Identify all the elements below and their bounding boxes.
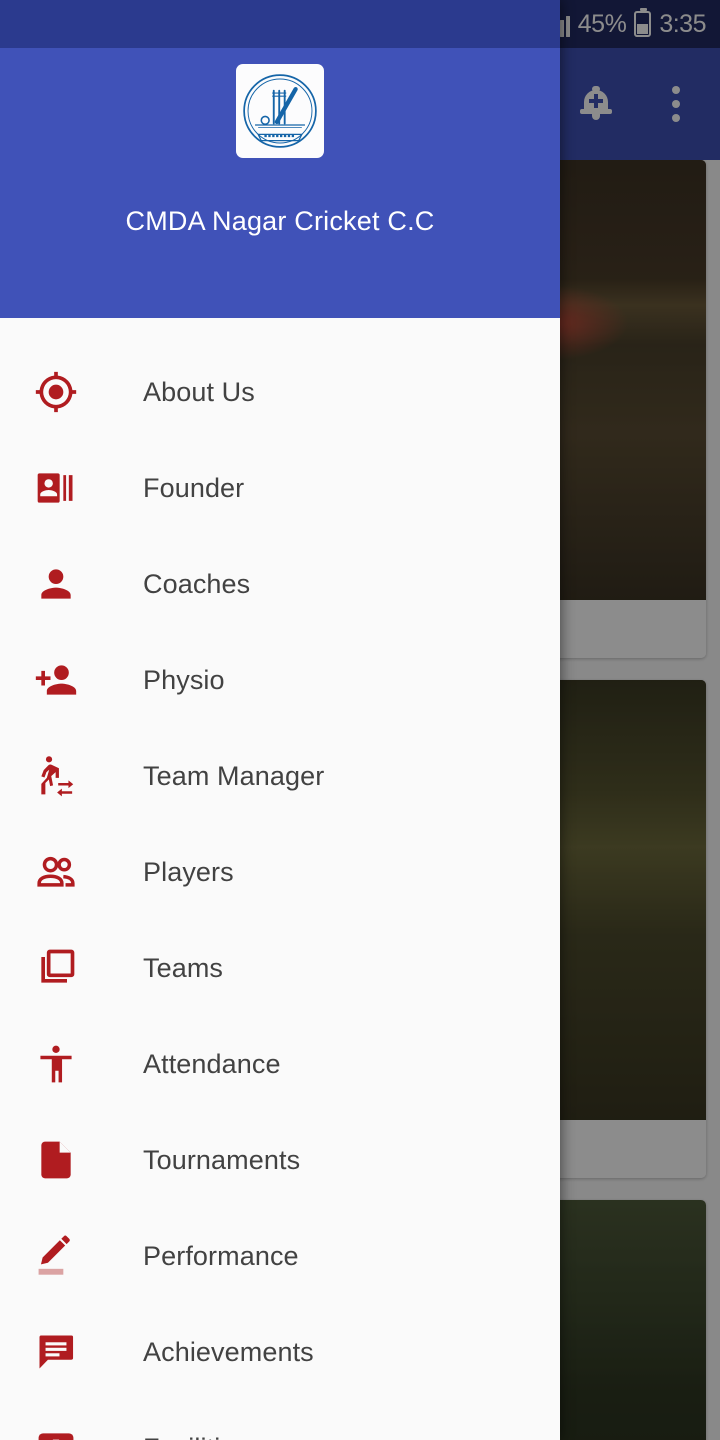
drawer-title: CMDA Nagar Cricket C.C xyxy=(125,206,435,236)
nav-item-coaches[interactable]: Coaches xyxy=(0,536,560,632)
nav-label: Players xyxy=(143,856,234,887)
cricket-club-logo-icon xyxy=(243,74,317,148)
nav-item-players[interactable]: Players xyxy=(0,824,560,920)
navigation-drawer[interactable]: CMDA Nagar Cricket C.C About Us Founder xyxy=(0,0,560,1440)
nav-label: Founder xyxy=(143,472,245,503)
nav-label: Teams xyxy=(143,952,224,983)
nav-item-tournaments[interactable]: Tournaments xyxy=(0,1112,560,1208)
gps-fixed-icon xyxy=(30,366,82,418)
nav-item-founder[interactable]: Founder xyxy=(0,440,560,536)
medical-services-icon xyxy=(30,1422,82,1440)
drawer-nav-list[interactable]: About Us Founder Coaches Physio Team Man… xyxy=(0,318,560,1440)
nav-label: Performance xyxy=(143,1240,299,1271)
accessibility-icon xyxy=(30,1038,82,1090)
people-outline-icon xyxy=(30,846,82,898)
nav-item-achievements[interactable]: Achievements xyxy=(0,1304,560,1400)
nav-item-team-manager[interactable]: Team Manager xyxy=(0,728,560,824)
insert-drive-file-icon xyxy=(30,1134,82,1186)
nav-item-facilities[interactable]: Facilities xyxy=(0,1400,560,1440)
nav-item-about-us[interactable]: About Us xyxy=(0,344,560,440)
person-icon xyxy=(30,558,82,610)
recent-actors-icon xyxy=(30,462,82,514)
nav-label: Coaches xyxy=(143,568,251,599)
border-color-icon xyxy=(30,1230,82,1282)
person-add-icon xyxy=(30,654,82,706)
nav-label: Attendance xyxy=(143,1048,281,1079)
nav-label: About Us xyxy=(143,376,255,407)
nav-item-attendance[interactable]: Attendance xyxy=(0,1016,560,1112)
nav-label: Facilities xyxy=(143,1433,249,1440)
filter-none-icon xyxy=(30,942,82,994)
drawer-status-spacer xyxy=(0,0,560,48)
transfer-within-station-icon xyxy=(30,750,82,802)
nav-item-performance[interactable]: Performance xyxy=(0,1208,560,1304)
nav-item-teams[interactable]: Teams xyxy=(0,920,560,1016)
nav-label: Achievements xyxy=(143,1336,314,1367)
chat-icon xyxy=(30,1326,82,1378)
nav-item-physio[interactable]: Physio xyxy=(0,632,560,728)
nav-label: Tournaments xyxy=(143,1144,301,1175)
club-logo xyxy=(236,64,324,158)
nav-label: Team Manager xyxy=(143,760,325,791)
drawer-header: CMDA Nagar Cricket C.C xyxy=(0,0,560,318)
nav-label: Physio xyxy=(143,664,225,695)
